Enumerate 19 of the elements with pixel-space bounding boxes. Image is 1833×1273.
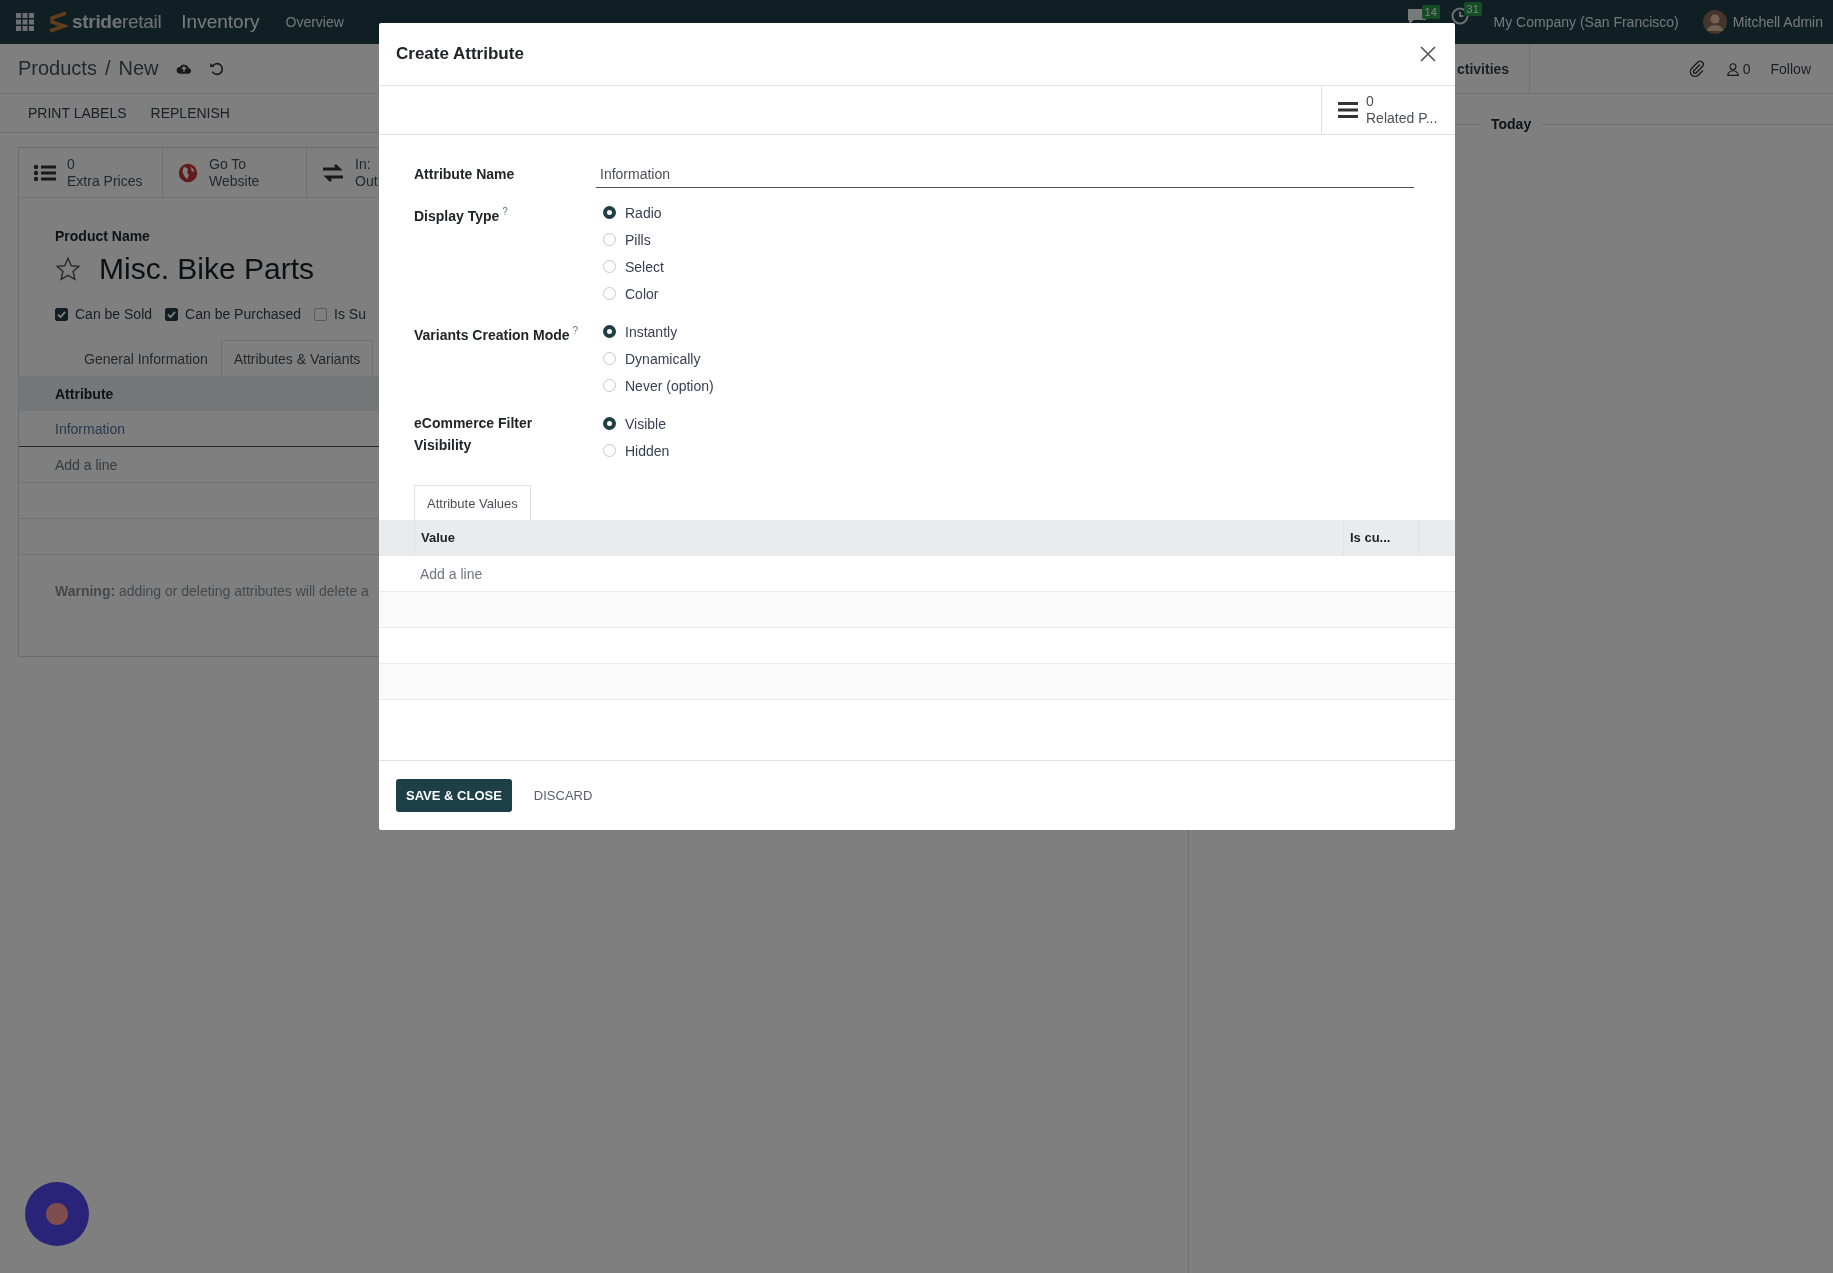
breadcrumb-current: New <box>118 57 159 80</box>
checkbox-label: Can be Sold <box>75 306 153 322</box>
field-label: eCommerce Filter Visibility <box>414 414 534 455</box>
brand-name: strideretail <box>72 11 162 33</box>
checkbox-label: Can be Purchased <box>185 306 302 322</box>
column-header: Attribute <box>55 385 114 402</box>
breadcrumb-separator: / <box>104 57 111 80</box>
column-header: Is cu... <box>1343 520 1418 556</box>
message-count-badge: 14 <box>1421 4 1440 19</box>
field-label: Attribute Name <box>414 165 516 184</box>
field-label: Product Name <box>55 228 150 244</box>
warning-text: Warning: adding or deleting attributes will delete a <box>55 583 369 599</box>
activity-count-badge: 31 <box>1463 2 1482 16</box>
column-header: Value <box>414 520 1343 556</box>
date-separator: Today <box>1491 116 1532 132</box>
field-label: Variants Creation Mode $^{?}$ <box>414 324 580 345</box>
field-label: Display Type $^{?}$ <box>414 205 509 226</box>
checkbox-label: Is Su <box>334 306 366 322</box>
dialog-title: Create Attribute <box>396 44 524 64</box>
